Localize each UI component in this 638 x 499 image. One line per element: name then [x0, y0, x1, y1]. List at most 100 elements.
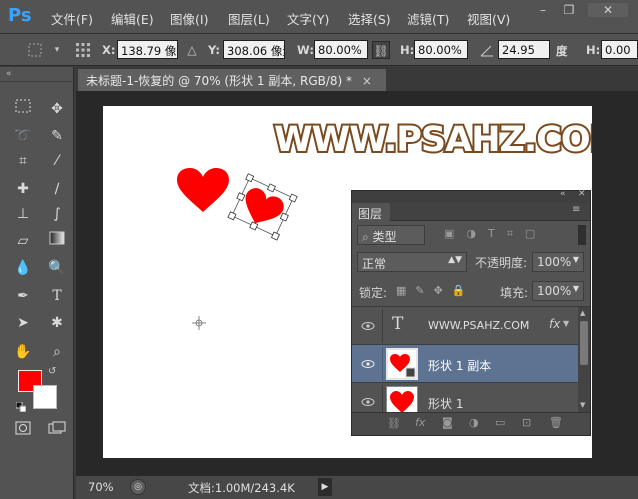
document-tab[interactable]: 未标题-1-恢复的 @ 70% (形状 1 副本, RGB/8) * × — [78, 69, 386, 91]
close-panel-icon[interactable]: ✕ — [578, 189, 586, 199]
gradient-tool-icon[interactable] — [44, 229, 70, 253]
add-mask-icon[interactable]: ◙ — [442, 416, 453, 429]
opacity-field[interactable]: 100% ▼ — [532, 252, 584, 272]
eyedropper-icon[interactable]: ⁄ — [44, 149, 70, 173]
tab-layers[interactable]: 图层 — [352, 203, 390, 221]
dropdown-arrow-icon[interactable]: ▾ — [48, 41, 66, 59]
clone-stamp-icon[interactable]: ⊥ — [10, 202, 36, 226]
scrollbar-thumb[interactable] — [580, 321, 588, 365]
opacity-value: 100% — [537, 255, 572, 269]
visibility-eye-icon[interactable] — [361, 397, 375, 407]
menu-layer[interactable]: 图层(L) — [228, 9, 270, 28]
layer-row-shape-copy[interactable]: 形状 1 副本 — [352, 345, 578, 383]
angle-icon — [478, 41, 496, 59]
delta-icon[interactable]: △ — [183, 41, 201, 59]
menu-view[interactable]: 视图(V) — [467, 9, 510, 28]
fill-field[interactable]: 100% ▼ — [532, 281, 584, 301]
zoom-level[interactable]: 70% — [88, 480, 114, 494]
history-brush-icon[interactable]: ∫ — [44, 202, 70, 226]
healing-brush-icon[interactable]: ✚ — [10, 177, 36, 201]
new-group-icon[interactable]: ▭ — [495, 416, 505, 429]
menu-filter[interactable]: 滤镜(T) — [407, 9, 449, 28]
collapse-panel-icon[interactable]: « — [560, 189, 566, 199]
background-color-swatch[interactable] — [33, 385, 57, 409]
dropdown-arrow-icon: ▲▼ — [448, 255, 462, 265]
menu-edit[interactable]: 编辑(E) — [111, 9, 154, 28]
zoom-tool-icon[interactable]: ⌕ — [44, 340, 70, 364]
blur-tool-icon[interactable]: 💧 — [10, 256, 36, 280]
pen-tool-icon[interactable]: ✒ — [10, 284, 36, 308]
collapse-icon[interactable]: « — [6, 69, 12, 79]
divider — [0, 81, 74, 82]
restore-button[interactable]: ❐ — [558, 3, 580, 17]
fx-icon[interactable]: fx — [549, 317, 560, 331]
adjustment-layer-icon[interactable]: ◑ — [469, 416, 479, 429]
x-field[interactable]: 138.79 像素 — [117, 40, 178, 59]
tab-close-icon[interactable]: × — [362, 74, 372, 88]
move-tool-icon[interactable]: ✥ — [44, 97, 70, 121]
brush-tool-icon[interactable]: ∕ — [44, 177, 70, 201]
add-style-icon[interactable]: fx — [415, 416, 425, 429]
custom-shape-icon[interactable]: ✱ — [44, 311, 70, 335]
heart-copy-shape[interactable] — [227, 173, 298, 241]
filter-kind-dropdown[interactable]: ⌕ 类型 — [357, 225, 425, 245]
quick-selection-icon[interactable]: ✎ — [44, 124, 70, 148]
quick-mask-icon[interactable] — [10, 419, 36, 443]
marquee-tool-icon[interactable] — [10, 97, 36, 121]
status-menu-arrow-icon[interactable]: ▶ — [318, 478, 332, 496]
blend-mode-dropdown[interactable]: 正常 ▲▼ — [357, 252, 467, 272]
status-info-icon[interactable]: ◎ — [130, 479, 146, 495]
screen-mode-icon[interactable] — [44, 419, 70, 443]
height-field[interactable]: 80.00% — [414, 40, 468, 59]
transform-tool-icon[interactable] — [26, 41, 44, 59]
layer-name[interactable]: 形状 1 副本 — [428, 357, 491, 374]
lock-icons[interactable]: ▦✎✥🔒 — [396, 284, 475, 297]
scroll-up-icon[interactable]: ▲ — [580, 309, 585, 317]
default-colors-icon[interactable] — [15, 401, 27, 413]
expand-effects-icon[interactable]: ▼ — [563, 319, 569, 328]
filter-toggle[interactable] — [578, 225, 586, 245]
menu-type[interactable]: 文字(Y) — [287, 9, 329, 28]
minimize-button[interactable]: – — [532, 3, 554, 17]
document-size: 文档:1.00M/243.4K — [188, 481, 295, 495]
visibility-eye-icon[interactable] — [361, 359, 375, 369]
layer-name[interactable]: WWW.PSAHZ.COM — [428, 319, 529, 332]
close-window-button[interactable]: ✕ — [588, 3, 628, 17]
reference-point-icon[interactable] — [74, 41, 92, 59]
layer-name[interactable]: 形状 1 — [428, 395, 463, 412]
lasso-tool-icon[interactable]: ➰ — [10, 124, 36, 148]
path-selection-icon[interactable]: ➤ — [10, 311, 36, 335]
menu-select[interactable]: 选择(S) — [348, 9, 391, 28]
scroll-down-icon[interactable]: ▼ — [580, 401, 585, 409]
filter-icons[interactable]: ▣◑T⌗▢ — [444, 227, 584, 243]
delete-layer-icon[interactable]: 🗑 — [549, 416, 563, 429]
dodge-tool-icon[interactable]: 🔍 — [44, 256, 70, 280]
eraser-tool-icon[interactable]: ▱ — [10, 229, 36, 253]
fill-value: 100% — [537, 284, 572, 298]
fill-label: 填充: — [500, 286, 529, 300]
link-icon[interactable]: ⛓ — [372, 41, 390, 59]
panel-menu-icon[interactable]: ≡ — [572, 204, 580, 215]
menu-file[interactable]: 文件(F) — [51, 9, 93, 28]
layer-row-shape[interactable]: 形状 1 — [352, 383, 578, 412]
link-layers-icon[interactable]: ⛓ — [387, 417, 401, 430]
crop-tool-icon[interactable]: ⌗ — [10, 149, 36, 173]
visibility-eye-icon[interactable] — [361, 321, 375, 331]
reference-point-crosshair[interactable] — [192, 316, 206, 330]
swap-colors-icon[interactable]: ↺ — [48, 366, 56, 377]
angle-field[interactable]: 24.95 — [498, 40, 550, 59]
opacity-label: 不透明度: — [475, 256, 528, 270]
divider — [382, 385, 383, 412]
hand-tool-icon[interactable]: ✋ — [10, 340, 36, 364]
hskew-field[interactable]: 0.00 — [601, 40, 638, 59]
menu-image[interactable]: 图像(I) — [170, 9, 208, 28]
angle-unit: 度 — [556, 44, 568, 58]
layer-thumbnail — [386, 386, 418, 412]
layer-row-text[interactable]: T WWW.PSAHZ.COM fx ▼ — [352, 307, 578, 345]
layers-scrollbar[interactable]: ▲ ▼ — [578, 307, 590, 412]
width-field[interactable]: 80.00% — [314, 40, 368, 59]
y-field[interactable]: 308.06 像素 — [223, 40, 285, 59]
type-tool-icon[interactable]: T — [44, 284, 70, 308]
new-layer-icon[interactable]: ⊡ — [522, 416, 531, 429]
heart-shape[interactable] — [177, 168, 229, 212]
